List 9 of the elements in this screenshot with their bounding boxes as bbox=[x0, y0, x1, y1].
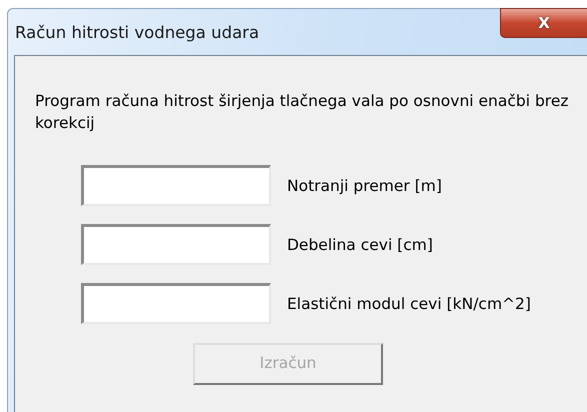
window-title: Račun hitrosti vodnega udara bbox=[14, 22, 260, 44]
field-label: Notranji premer [m] bbox=[287, 176, 442, 197]
input-field[interactable] bbox=[81, 224, 271, 265]
input-field[interactable] bbox=[81, 165, 271, 206]
description-text: Program računa hitrost širjenja tlačnega vala po osnovni enačbi brez korekcij bbox=[35, 91, 570, 134]
input-field[interactable] bbox=[81, 283, 271, 324]
field-label: Debelina cevi [cm] bbox=[287, 235, 433, 256]
field-label: Elastični modul cevi [kN/cm^2] bbox=[287, 294, 531, 315]
close-button[interactable]: X bbox=[500, 8, 587, 38]
